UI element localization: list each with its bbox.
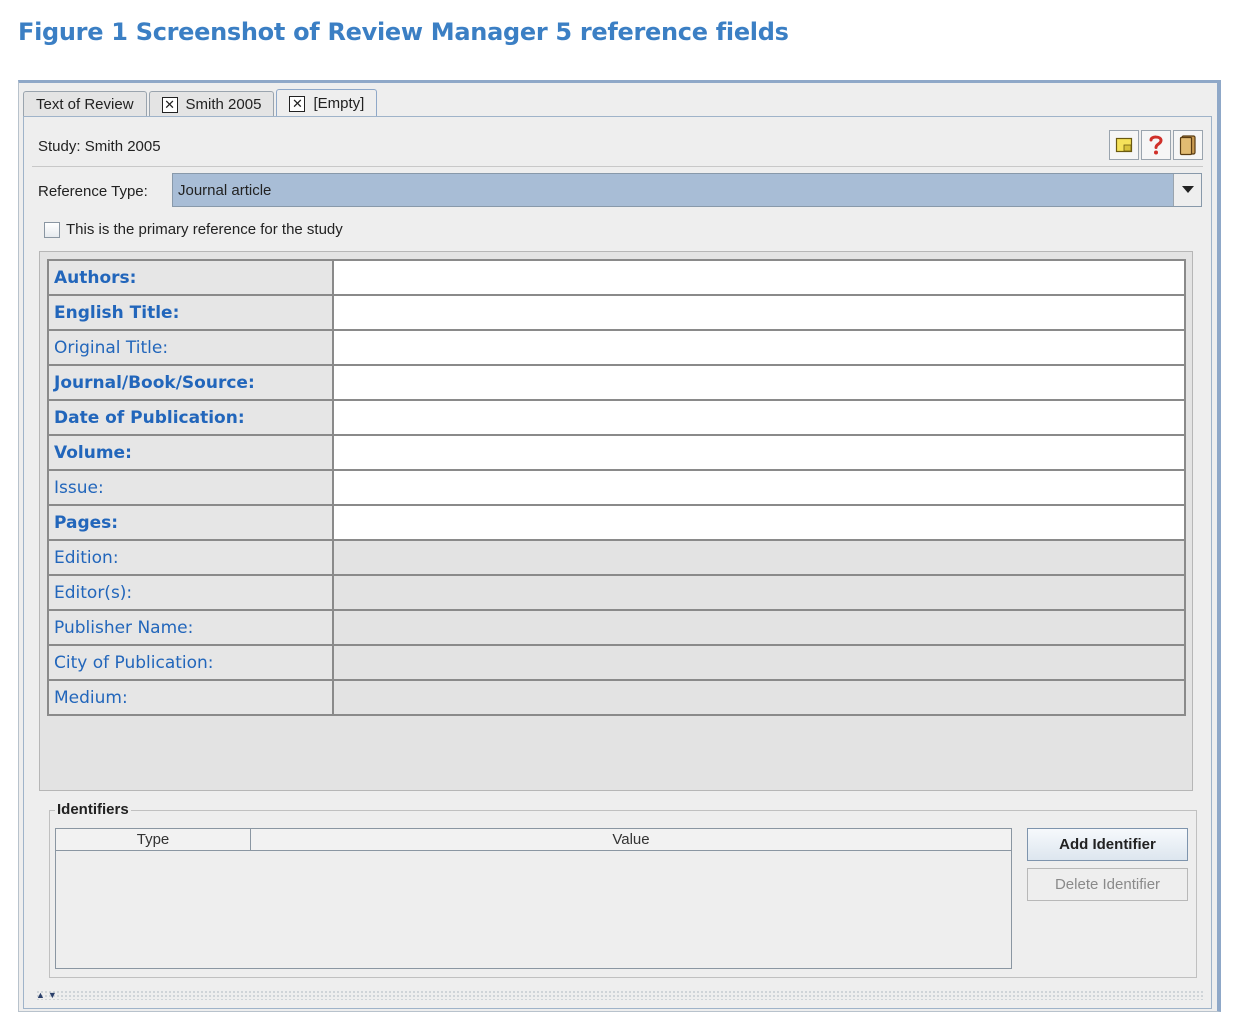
field-value-input	[332, 539, 1186, 576]
field-label: City of Publication:	[47, 644, 334, 681]
field-label: Date of Publication:	[47, 399, 334, 436]
help-icon	[1149, 135, 1163, 155]
column-header-value[interactable]: Value	[251, 829, 1011, 850]
field-row: Original Title:	[47, 329, 1186, 366]
field-row: Authors:	[47, 259, 1186, 296]
field-value-input[interactable]	[332, 469, 1186, 506]
field-row: Medium:	[47, 679, 1186, 716]
field-label: Publisher Name:	[47, 609, 334, 646]
study-label: Study: Smith 2005	[38, 138, 161, 155]
field-label: Medium:	[47, 679, 334, 716]
field-row: Date of Publication:	[47, 399, 1186, 436]
tab-label: Text of Review	[36, 96, 134, 113]
expand-up-icon[interactable]: ▲	[36, 990, 45, 1000]
field-value-input	[332, 609, 1186, 646]
help-button[interactable]	[1141, 130, 1171, 160]
reference-panel: Study: Smith 2005 Reference Type: Journa…	[23, 116, 1212, 1009]
note-icon	[1115, 137, 1133, 153]
tab-empty[interactable]: ✕ [Empty]	[276, 89, 378, 117]
column-header-type[interactable]: Type	[56, 829, 251, 850]
field-value-input[interactable]	[332, 504, 1186, 541]
field-row: Journal/Book/Source:	[47, 364, 1186, 401]
field-value-input[interactable]	[332, 399, 1186, 436]
reference-fields-panel: Authors: English Title: Original Title: Jou…	[39, 251, 1193, 791]
primary-reference-checkbox-row[interactable]: This is the primary reference for the st…	[44, 221, 343, 238]
separator	[32, 166, 1203, 167]
primary-reference-checkbox[interactable]	[44, 221, 60, 238]
field-row: English Title:	[47, 294, 1186, 331]
field-value-input	[332, 679, 1186, 716]
identifiers-table-header: Type Value	[56, 829, 1011, 851]
close-icon[interactable]: ✕	[289, 95, 306, 112]
note-button[interactable]	[1109, 130, 1139, 160]
book-icon	[1179, 135, 1196, 156]
dropdown-arrow[interactable]	[1173, 174, 1201, 206]
field-label: Editor(s):	[47, 574, 334, 611]
close-icon[interactable]: ✕	[161, 96, 178, 113]
tab-label: [Empty]	[313, 95, 365, 112]
field-label: Pages:	[47, 504, 334, 541]
field-row: Publisher Name:	[47, 609, 1186, 646]
split-pane-divider[interactable]: ▲ ▼	[36, 990, 1203, 1000]
field-label: Original Title:	[47, 329, 334, 366]
add-identifier-button[interactable]: Add Identifier	[1027, 828, 1188, 861]
field-label: Volume:	[47, 434, 334, 471]
primary-reference-label: This is the primary reference for the st…	[66, 221, 343, 238]
toolbar	[1109, 130, 1203, 160]
reference-type-select[interactable]: Journal article	[172, 173, 1202, 207]
field-value-input[interactable]	[332, 364, 1186, 401]
field-label: Authors:	[47, 259, 334, 296]
field-value-input[interactable]	[332, 259, 1186, 296]
field-value-input[interactable]	[332, 329, 1186, 366]
field-label: Journal/Book/Source:	[47, 364, 334, 401]
field-value-input	[332, 574, 1186, 611]
identifiers-legend: Identifiers	[55, 801, 131, 818]
tab-bar: Text of Review ✕ Smith 2005 ✕ [Empty]	[23, 89, 379, 117]
reference-type-value: Journal article	[178, 181, 272, 199]
chevron-down-icon	[1181, 186, 1194, 193]
delete-identifier-button[interactable]: Delete Identifier	[1027, 868, 1188, 901]
book-button[interactable]	[1173, 130, 1203, 160]
reference-type-label: Reference Type:	[38, 183, 148, 200]
tab-smith-2005[interactable]: ✕ Smith 2005	[148, 91, 275, 117]
field-value-input[interactable]	[332, 294, 1186, 331]
field-label: Edition:	[47, 539, 334, 576]
field-label: English Title:	[47, 294, 334, 331]
field-value-input[interactable]	[332, 434, 1186, 471]
identifiers-table[interactable]: Type Value	[55, 828, 1012, 969]
field-row: Volume:	[47, 434, 1186, 471]
tab-text-of-review[interactable]: Text of Review	[23, 91, 147, 117]
field-value-input	[332, 644, 1186, 681]
field-row: Issue:	[47, 469, 1186, 506]
review-manager-window: Text of Review ✕ Smith 2005 ✕ [Empty] St…	[18, 80, 1221, 1012]
field-label: Issue:	[47, 469, 334, 506]
field-row: Pages:	[47, 504, 1186, 541]
tab-label: Smith 2005	[185, 96, 262, 113]
collapse-down-icon[interactable]: ▼	[48, 990, 57, 1000]
field-row: Editor(s):	[47, 574, 1186, 611]
reference-fields-table: Authors: English Title: Original Title: Jou…	[47, 259, 1186, 716]
identifiers-group: Identifiers Type Value Add Identifier De…	[49, 801, 1197, 978]
field-row: City of Publication:	[47, 644, 1186, 681]
figure-title: Figure 1 Screenshot of Review Manager 5 …	[18, 18, 789, 46]
field-row: Edition:	[47, 539, 1186, 576]
